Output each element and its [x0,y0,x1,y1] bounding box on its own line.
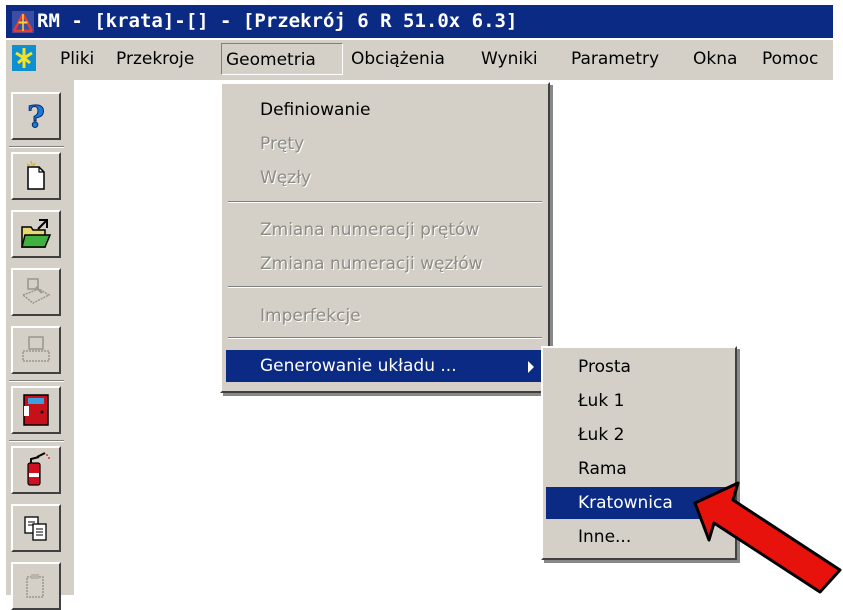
menu-item-generowanie-ukladu-label: Generowanie układu ... [260,356,457,376]
menu-obciazenia[interactable]: Obciążenia [347,43,449,75]
menu-item-zmiana-numeracji-pretow[interactable]: Zmiana numeracji prętów [226,214,544,246]
open-button[interactable] [11,210,61,258]
menu-item-imperfekcje[interactable]: Imperfekcje [226,300,544,332]
exit-door-icon [23,394,49,426]
window-title: RM - [krata]-[] - [Przekrój 6 R 51.0x 6.… [37,10,518,32]
paste-button[interactable] [11,562,61,610]
menu-parametry[interactable]: Parametry [567,43,663,75]
print-preview-icon [21,278,51,304]
menu-separator [228,286,542,288]
menu-item-generowanie-ukladu[interactable]: Generowanie układu ... [226,350,544,382]
menu-item-zmiana-numeracji-wezlow[interactable]: Zmiana numeracji węzłów [226,248,544,280]
fire-extinguisher-button[interactable] [11,446,61,494]
help-button[interactable]: ? [11,92,61,140]
svg-text:?: ? [27,100,45,133]
submenu-arrow-icon [528,361,534,373]
open-folder-icon [21,219,52,248]
paste-icon [26,574,44,598]
menu-separator [228,201,542,203]
menu-geometria[interactable]: Geometria [221,43,343,75]
menu-pomoc[interactable]: Pomoc [758,43,822,75]
submenu-item-prosta[interactable]: Prosta [546,351,732,383]
app-logo-icon[interactable] [12,45,36,71]
submenu-item-luk-2[interactable]: Łuk 2 [546,419,732,451]
print-preview-button[interactable] [11,268,61,316]
copy-icon [24,516,47,541]
print-button[interactable] [11,326,61,374]
copy-button[interactable] [11,504,61,552]
vertical-toolbar: ? [6,80,74,610]
menu-item-prety[interactable]: Pręty [226,128,544,160]
menu-pliki[interactable]: Pliki [56,43,98,75]
new-file-button[interactable] [11,152,61,200]
fire-extinguisher-icon [27,452,50,486]
menu-okna[interactable]: Okna [689,43,741,75]
app-icon[interactable] [12,11,34,33]
help-icon: ? [27,100,46,134]
menu-przekroje[interactable]: Przekroje [112,43,198,75]
menu-bar: Pliki Przekroje Geometria Obciążenia Wyn… [6,40,833,80]
new-file-icon [26,160,45,190]
geometria-menu: Definiowanie Pręty Węzły Zmiana numeracj… [220,82,550,393]
menu-separator [228,337,542,339]
print-icon [22,336,50,362]
title-bar[interactable]: RM - [krata]-[] - [Przekrój 6 R 51.0x 6.… [6,5,833,38]
menu-item-definiowanie[interactable]: Definiowanie [226,94,544,126]
submenu-item-luk-1[interactable]: Łuk 1 [546,385,732,417]
annotation-arrow-icon [693,481,842,594]
menu-wyniki[interactable]: Wyniki [477,43,542,75]
menu-item-wezly[interactable]: Węzły [226,162,544,194]
exit-button[interactable] [11,386,61,434]
